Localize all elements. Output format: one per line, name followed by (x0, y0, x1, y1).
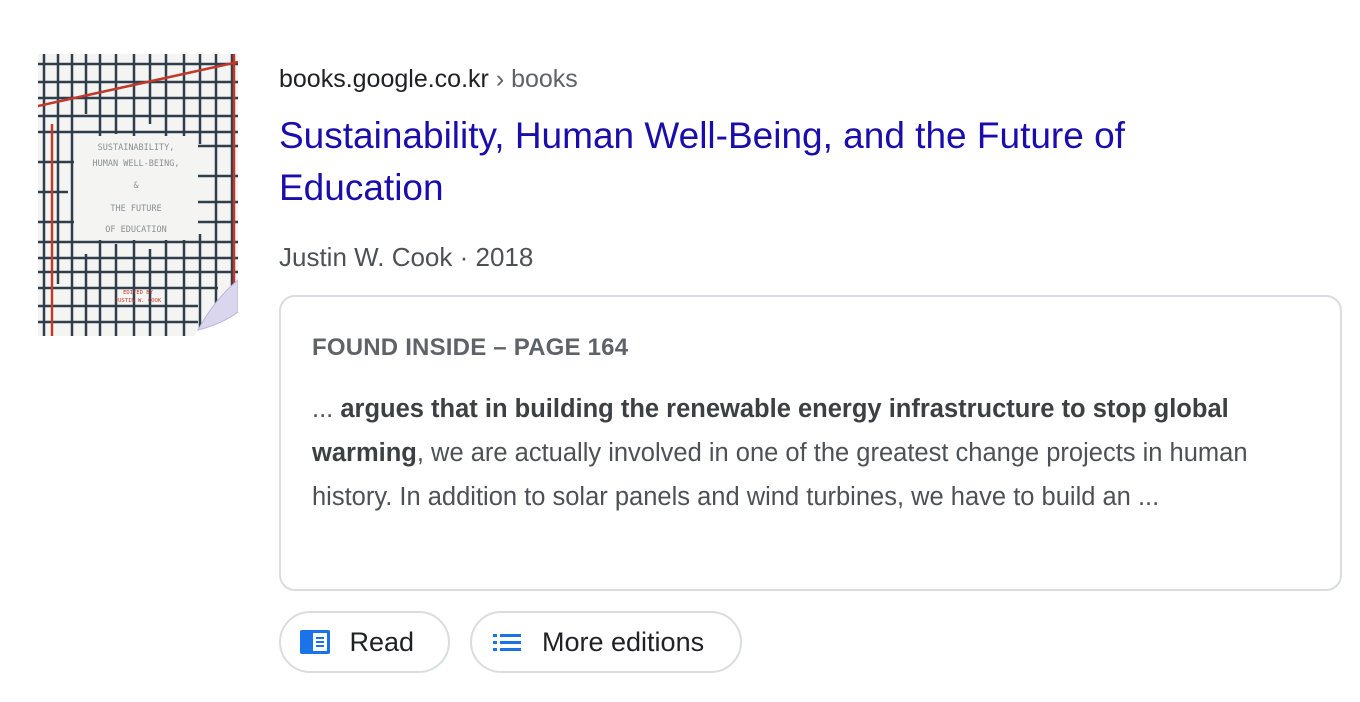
breadcrumb-path: books (511, 65, 578, 93)
read-button[interactable]: Read (279, 611, 450, 673)
snippet-rest: , we are actually involved in one of the… (312, 439, 1248, 511)
result-actions: Read More editions (279, 611, 1342, 673)
found-inside-heading: FOUND INSIDE – PAGE 164 (312, 334, 629, 361)
cover-title-line-1: SUSTAINABILITY, (98, 143, 175, 153)
breadcrumb[interactable]: books.google.co.kr › books (279, 62, 1342, 96)
cover-title-line-2: HUMAN WELL-BEING, (93, 159, 180, 169)
result-content: books.google.co.kr › books Sustainabilit… (279, 62, 1342, 673)
book-search-result: SUSTAINABILITY, HUMAN WELL-BEING, & THE … (0, 0, 1360, 702)
cover-title-line-5: OF EDUCATION (105, 225, 166, 235)
breadcrumb-domain: books.google.co.kr (279, 65, 489, 93)
more-editions-button[interactable]: More editions (470, 611, 742, 673)
author-year: Justin W. Cook · 2018 (279, 242, 534, 272)
more-editions-label: More editions (542, 626, 705, 657)
cover-title-line-4: THE FUTURE (110, 204, 161, 214)
book-cover-thumbnail[interactable]: SUSTAINABILITY, HUMAN WELL-BEING, & THE … (38, 54, 238, 336)
cover-editor-name: JUSTIN W. COOK (115, 298, 162, 304)
found-inside-card: FOUND INSIDE – PAGE 164 ... argues that … (279, 295, 1342, 591)
book-open-icon (299, 625, 331, 659)
list-icon (490, 625, 524, 659)
breadcrumb-separator: › (495, 65, 505, 93)
snippet-lead: ... (312, 395, 341, 423)
cover-editor-label: EDITED BY (123, 290, 153, 296)
result-title-link[interactable]: Sustainability, Human Well-Being, and th… (279, 110, 1239, 214)
snippet-text: ... argues that in building the renewabl… (312, 387, 1309, 519)
cover-title-line-3: & (133, 181, 139, 191)
read-label: Read (349, 626, 414, 657)
